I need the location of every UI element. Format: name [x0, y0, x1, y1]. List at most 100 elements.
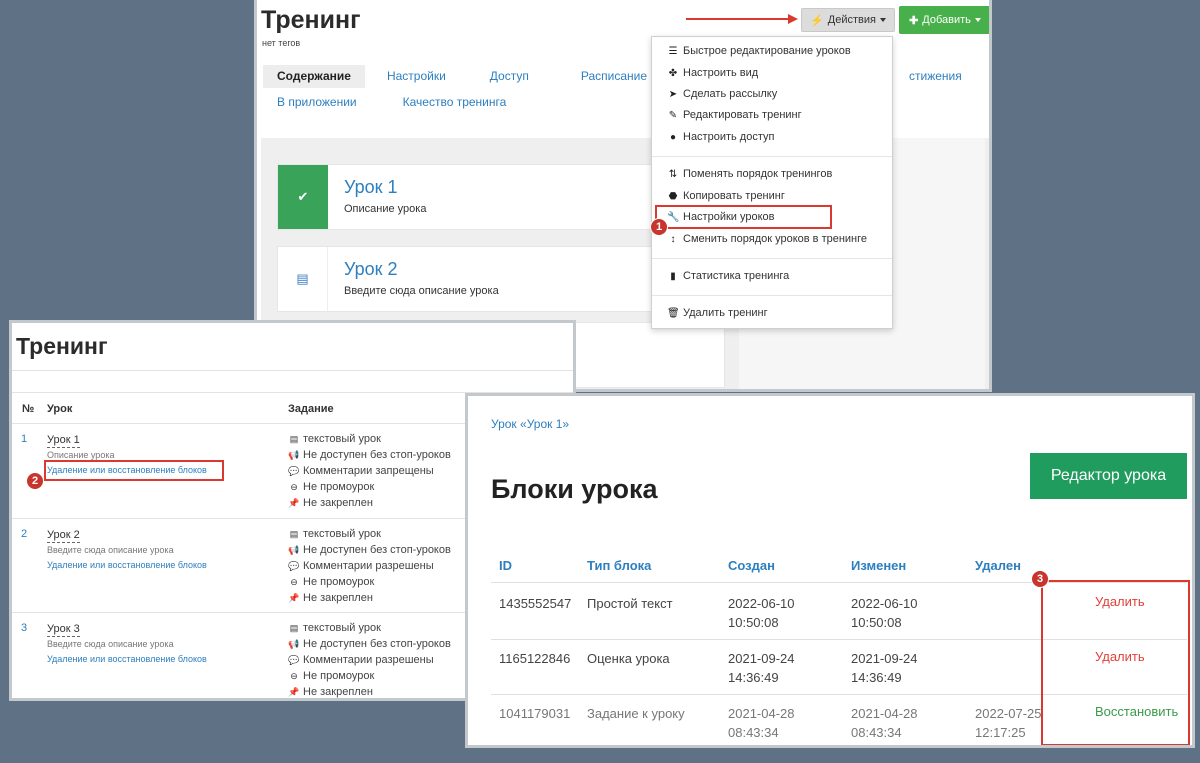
- modified-date: 2021-04-28: [851, 706, 918, 721]
- lesson-description: Введите сюда описание урока: [47, 545, 174, 555]
- modified-time: 08:43:34: [851, 725, 902, 740]
- task-promo: ⊖ Не промоурок: [288, 481, 374, 493]
- tab-in-app[interactable]: В приложении: [263, 91, 371, 114]
- created-date: 2022-06-10: [728, 596, 795, 611]
- tab-content[interactable]: Содержание: [263, 65, 365, 88]
- header-modified: Изменен: [851, 558, 907, 573]
- add-button[interactable]: ✚ Добавить: [899, 6, 989, 34]
- menu-item-quick-edit[interactable]: ☰ Быстрое редактирование уроков: [667, 45, 851, 57]
- menu-divider: [652, 295, 892, 296]
- header-created: Создан: [728, 558, 775, 573]
- modified-time: 14:36:49: [851, 670, 902, 685]
- tabs-row-2: В приложении Качество тренинга: [263, 91, 520, 114]
- page-title: Блоки урока: [491, 474, 658, 504]
- megaphone-icon: 📢: [288, 638, 300, 649]
- tab-training-quality[interactable]: Качество тренинга: [389, 91, 521, 114]
- blocks-link[interactable]: Удаление или восстановление блоков: [47, 654, 207, 664]
- task-stop-lessons: 📢 Не доступен без стоп-уроков: [288, 449, 451, 461]
- row-number[interactable]: 2: [21, 528, 27, 540]
- bolt-icon: ⚡: [810, 14, 824, 27]
- pin-icon: 📌: [288, 497, 300, 508]
- comments-icon: 💬: [288, 465, 300, 476]
- caret-down-icon: [879, 18, 886, 22]
- lesson-description: Введите сюда описание урока: [47, 639, 174, 649]
- menu-item-customize-view[interactable]: ✤ Настроить вид: [667, 67, 758, 79]
- check-icon: ✔: [278, 165, 328, 229]
- document-icon: ▤: [278, 247, 328, 311]
- header-id: ID: [499, 558, 512, 573]
- document-icon: ▤: [289, 433, 299, 444]
- created-date: 2021-09-24: [728, 651, 795, 666]
- task-pinned: 📌 Не закреплен: [288, 592, 373, 604]
- created-date: 2021-04-28: [728, 706, 795, 721]
- bar-chart-icon: ▮: [670, 270, 676, 282]
- actions-button[interactable]: ⚡ Действия: [801, 8, 895, 32]
- tab-settings[interactable]: Настройки: [373, 65, 460, 88]
- lesson-name[interactable]: Урок 2: [47, 528, 80, 543]
- task-type: ▤ текстовый урок: [289, 528, 381, 540]
- row-number[interactable]: 1: [21, 433, 27, 445]
- comments-icon: 💬: [288, 560, 300, 571]
- sort-icon: ⇅: [668, 168, 678, 180]
- minus-circle-icon: ⊖: [290, 481, 298, 492]
- modified-time: 10:50:08: [851, 615, 902, 630]
- task-stop-lessons: 📢 Не доступен без стоп-уроков: [288, 544, 451, 556]
- menu-item-mailing[interactable]: ➤ Сделать рассылку: [667, 88, 777, 100]
- divider: [12, 370, 573, 371]
- user-icon: ●: [669, 131, 677, 143]
- task-promo: ⊖ Не промоурок: [288, 670, 374, 682]
- task-comments: 💬 Комментарии разрешены: [288, 560, 434, 572]
- tab-achievements[interactable]: стижения: [895, 65, 976, 88]
- lesson-editor-button[interactable]: Редактор урока: [1030, 453, 1187, 499]
- menu-item-edit-training[interactable]: ✎ Редактировать тренинг: [667, 109, 802, 121]
- task-type: ▤ текстовый урок: [289, 622, 381, 634]
- lesson-title[interactable]: Урок 1: [344, 177, 426, 198]
- blocks-link[interactable]: Удаление или восстановление блоков: [47, 560, 207, 570]
- block-id: 1165122846: [499, 651, 571, 666]
- task-type: ▤ текстовый урок: [289, 433, 381, 445]
- menu-item-reorder-lessons[interactable]: ↕ Сменить порядок уроков в тренинге: [667, 233, 868, 245]
- menu-divider: [652, 156, 892, 157]
- actions-label: Действия: [827, 14, 876, 26]
- header-block-type: Тип блока: [587, 558, 652, 573]
- created-time: 08:43:34: [728, 725, 779, 740]
- tab-access[interactable]: Доступ: [476, 65, 543, 88]
- minus-circle-icon: ⊖: [290, 670, 298, 681]
- highlight-box: [655, 205, 832, 229]
- puzzle-icon: ✤: [668, 67, 678, 79]
- lesson-name[interactable]: Урок 1: [47, 433, 80, 448]
- list-icon: ☰: [668, 45, 678, 57]
- header-deleted: Удален: [975, 558, 1021, 573]
- header-lesson: Урок: [47, 403, 73, 415]
- header-num: №: [22, 403, 35, 415]
- menu-item-delete-training[interactable]: 🗑 Удалить тренинг: [667, 307, 768, 319]
- annotation-arrow: [686, 14, 798, 24]
- menu-item-copy-training[interactable]: ⬣ Копировать тренинг: [667, 190, 785, 202]
- created-time: 14:36:49: [728, 670, 779, 685]
- edit-icon: ✎: [668, 109, 678, 121]
- page-title: Тренинг: [261, 6, 361, 34]
- row-number[interactable]: 3: [21, 622, 27, 634]
- tab-schedule[interactable]: Расписание: [567, 65, 661, 88]
- menu-item-reorder-trainings[interactable]: ⇅ Поменять порядок тренингов: [667, 168, 833, 180]
- modified-date: 2021-09-24: [851, 651, 918, 666]
- step-marker: 3: [1031, 570, 1049, 588]
- highlight-box: [44, 460, 224, 481]
- plus-icon: ✚: [909, 14, 919, 27]
- deleted-time: 12:17:25: [975, 725, 1026, 740]
- created-time: 10:50:08: [728, 615, 779, 630]
- breadcrumb[interactable]: Урок «Урок 1»: [491, 417, 569, 431]
- lesson-blocks-panel: Урок «Урок 1» Блоки урока Редактор урока…: [465, 393, 1195, 748]
- minus-circle-icon: ⊖: [290, 576, 298, 587]
- actions-dropdown-menu: ☰ Быстрое редактирование уроков ✤ Настроит…: [651, 36, 893, 329]
- megaphone-icon: 📢: [288, 449, 300, 460]
- block-type: Оценка урока: [587, 651, 670, 666]
- add-label: Добавить: [922, 14, 971, 26]
- lesson-title[interactable]: Урок 2: [344, 259, 499, 280]
- menu-item-access[interactable]: ● Настроить доступ: [667, 131, 775, 143]
- lesson-name[interactable]: Урок 3: [47, 622, 80, 637]
- step-marker: 1: [650, 218, 668, 236]
- menu-item-statistics[interactable]: ▮ Статистика тренинга: [667, 270, 789, 282]
- task-pinned: 📌 Не закреплен: [288, 686, 373, 698]
- document-icon: ▤: [289, 528, 299, 539]
